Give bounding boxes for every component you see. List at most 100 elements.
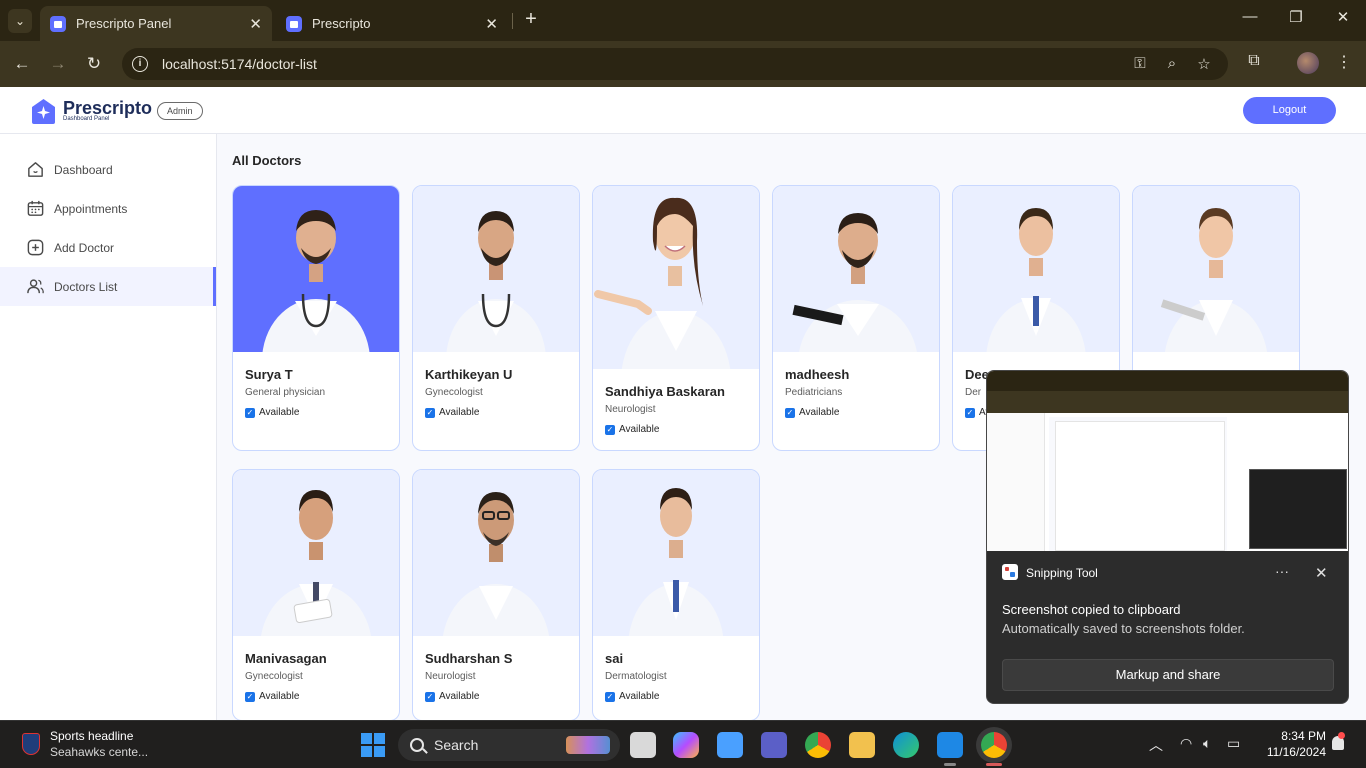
browser-toolbar: ← → ↻ i localhost:5174/doctor-list ⚿ ⌕ ☆ xyxy=(0,41,1366,113)
edge-icon[interactable] xyxy=(893,732,919,758)
profile-avatar[interactable] xyxy=(1297,52,1319,74)
new-tab-icon[interactable]: + xyxy=(520,8,542,30)
doctor-card[interactable]: Surya T General physician ✓ Available xyxy=(232,185,400,451)
sidebar-item-doctors-list[interactable]: Doctors List xyxy=(0,267,216,306)
wifi-icon[interactable]: ◠ xyxy=(1180,735,1192,752)
logout-button[interactable]: Logout xyxy=(1243,97,1336,124)
tab-search-icon[interactable]: ⌄ xyxy=(8,9,32,33)
news-widget-headline[interactable]: Sports headline xyxy=(50,729,133,743)
doctor-name: sai xyxy=(605,651,624,666)
start-icon[interactable] xyxy=(361,733,387,759)
restore-icon[interactable]: ❐ xyxy=(1284,8,1308,26)
doctor-name: Sudharshan S xyxy=(425,651,513,666)
search-icon xyxy=(410,738,424,752)
news-widget-subtitle[interactable]: Seahawks cente... xyxy=(50,745,148,759)
file-explorer-icon[interactable] xyxy=(849,732,875,758)
chrome-icon[interactable] xyxy=(805,732,831,758)
home-icon xyxy=(28,162,43,177)
active-indicator xyxy=(986,763,1002,766)
availability-label: Available xyxy=(619,691,660,702)
doctor-photo xyxy=(413,186,579,352)
nfl-news-icon[interactable] xyxy=(22,733,40,755)
doctor-card[interactable]: Manivasagan Gynecologist ✓ Available xyxy=(232,469,400,720)
availability-label: Available xyxy=(439,691,480,702)
chrome-profile-icon[interactable] xyxy=(981,732,1007,758)
doctor-card[interactable]: Karthikeyan U Gynecologist ✓ Available xyxy=(412,185,580,451)
reload-icon[interactable]: ↻ xyxy=(83,53,105,75)
browser-tab-prescripto-panel[interactable]: Prescripto Panel ✕ xyxy=(40,6,272,41)
tab-divider xyxy=(512,13,513,29)
screenshot-preview[interactable] xyxy=(987,371,1348,551)
checkbox-checked-icon[interactable]: ✓ xyxy=(245,691,255,702)
checkbox-checked-icon[interactable]: ✓ xyxy=(425,691,435,702)
browser-menu-icon[interactable]: ⋮ xyxy=(1333,52,1355,72)
checkbox-checked-icon[interactable]: ✓ xyxy=(785,407,795,418)
doctor-speciality: Neurologist xyxy=(425,671,476,682)
page-title: All Doctors xyxy=(232,153,302,168)
admin-header: Prescripto Dashboard Panel Admin Logout xyxy=(0,87,1366,134)
doctor-name: Karthikeyan U xyxy=(425,367,513,382)
show-hidden-icons-icon[interactable]: ︿ xyxy=(1149,735,1163,755)
site-info-icon[interactable]: i xyxy=(132,56,148,72)
notification-app-name: Snipping Tool xyxy=(1026,566,1098,580)
sidebar: Dashboard Appointments Add Doctor Doctor… xyxy=(0,134,217,720)
checkbox-checked-icon[interactable]: ✓ xyxy=(965,407,975,418)
taskbar-search[interactable]: Search xyxy=(398,729,620,761)
doctor-card[interactable]: Sandhiya Baskaran Neurologist ✓ Available xyxy=(592,185,760,451)
doctor-speciality: Pediatricians xyxy=(785,387,843,398)
doctor-name: Sandhiya Baskaran xyxy=(605,384,725,399)
forward-icon[interactable]: → xyxy=(47,53,69,75)
availability-label: Available xyxy=(619,424,660,435)
volume-icon[interactable]: 🔈︎ xyxy=(1203,735,1211,752)
back-icon[interactable]: ← xyxy=(11,53,33,75)
vscode-icon[interactable] xyxy=(937,732,963,758)
availability-toggle[interactable]: ✓ Available xyxy=(245,407,299,418)
doctor-speciality: Gynecologist xyxy=(245,671,303,682)
calendar-icon xyxy=(27,200,44,216)
notification-close-icon[interactable]: ✕ xyxy=(1315,564,1328,582)
minimize-icon[interactable]: — xyxy=(1238,8,1262,25)
availability-toggle[interactable]: ✓ Available xyxy=(245,691,299,702)
zoom-icon[interactable]: ⌕ xyxy=(1162,55,1182,72)
availability-label: Available xyxy=(259,407,300,418)
teams-icon[interactable] xyxy=(761,732,787,758)
password-key-icon[interactable]: ⚿ xyxy=(1130,55,1150,72)
browser-tab-prescripto[interactable]: Prescripto ✕ xyxy=(276,6,508,41)
sidebar-item-dashboard[interactable]: Dashboard xyxy=(0,150,216,189)
markup-and-share-button[interactable]: Markup and share xyxy=(1002,659,1334,691)
doctor-card[interactable]: Sudharshan S Neurologist ✓ Available xyxy=(412,469,580,720)
availability-toggle[interactable]: ✓ Available xyxy=(605,424,659,435)
doctor-card[interactable]: sai Dermatologist ✓ Available xyxy=(592,469,760,720)
snipping-tool-notification[interactable]: Snipping Tool ··· ✕ Screenshot copied to… xyxy=(986,370,1349,704)
doctor-photo xyxy=(953,186,1119,352)
snipping-tool-icon xyxy=(1002,564,1018,580)
sidebar-item-label: Add Doctor xyxy=(54,240,115,255)
availability-toggle[interactable]: ✓ Available xyxy=(785,407,839,418)
address-bar[interactable]: i localhost:5174/doctor-list ⚿ ⌕ ☆ xyxy=(122,48,1228,80)
doctor-card[interactable]: madheesh Pediatricians ✓ Available xyxy=(772,185,940,451)
checkbox-checked-icon[interactable]: ✓ xyxy=(605,424,615,435)
tab-close-icon[interactable]: ✕ xyxy=(485,15,498,33)
checkbox-checked-icon[interactable]: ✓ xyxy=(245,407,255,418)
availability-toggle[interactable]: ✓ Available xyxy=(605,691,659,702)
more-options-icon[interactable]: ··· xyxy=(1275,563,1289,579)
sidebar-item-appointments[interactable]: Appointments xyxy=(0,189,216,228)
availability-toggle[interactable]: ✓ Available xyxy=(425,691,479,702)
checkbox-checked-icon[interactable]: ✓ xyxy=(425,407,435,418)
extensions-icon[interactable]: ⧉ xyxy=(1243,52,1265,70)
battery-icon[interactable]: ▭ xyxy=(1227,735,1240,752)
window-close-icon[interactable]: ✕ xyxy=(1331,8,1355,26)
notification-bell-icon[interactable] xyxy=(1332,732,1345,750)
checkbox-checked-icon[interactable]: ✓ xyxy=(605,691,615,702)
copilot-icon[interactable] xyxy=(673,732,699,758)
tab-close-icon[interactable]: ✕ xyxy=(249,15,262,33)
url-text[interactable]: localhost:5174/doctor-list xyxy=(162,56,317,72)
clock-date[interactable]: 11/16/2024 xyxy=(1258,745,1326,759)
bookmark-star-icon[interactable]: ☆ xyxy=(1194,55,1214,73)
clock-time[interactable]: 8:34 PM xyxy=(1270,729,1326,743)
store-icon[interactable] xyxy=(717,732,743,758)
sidebar-item-add-doctor[interactable]: Add Doctor xyxy=(0,228,216,267)
task-view-icon[interactable] xyxy=(630,732,656,758)
doctor-photo xyxy=(593,186,759,369)
availability-toggle[interactable]: ✓ Available xyxy=(425,407,479,418)
